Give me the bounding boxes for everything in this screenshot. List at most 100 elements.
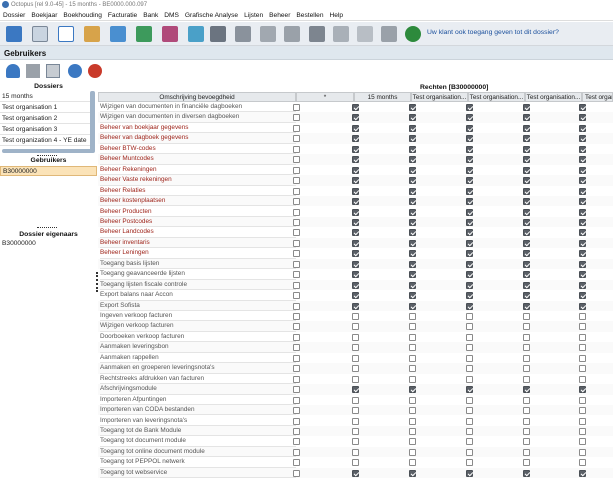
permission-checkbox[interactable] (466, 198, 473, 206)
permission-checkbox[interactable] (466, 135, 473, 143)
permission-checkbox[interactable] (466, 114, 473, 122)
column-header[interactable]: * (296, 92, 354, 102)
column-header[interactable]: Test organisation... (468, 92, 525, 102)
permission-checkbox[interactable] (409, 386, 416, 394)
permission-checkbox[interactable] (352, 417, 359, 425)
permission-checkbox[interactable] (523, 375, 530, 383)
permission-checkbox[interactable] (352, 459, 359, 467)
permission-checkbox[interactable] (293, 239, 300, 247)
permission-checkbox[interactable] (293, 250, 300, 258)
column-header[interactable]: Test organization... (582, 92, 613, 102)
dossier-item[interactable]: Test organisation 2 (0, 113, 95, 124)
selected-user[interactable]: B30000000 (0, 166, 97, 176)
permission-checkbox[interactable] (523, 438, 530, 446)
permission-checkbox[interactable] (352, 271, 359, 279)
permission-checkbox[interactable] (579, 448, 586, 456)
dossier-tool-icon[interactable] (6, 26, 22, 42)
permission-checkbox[interactable] (352, 156, 359, 164)
permission-checkbox[interactable] (579, 260, 586, 268)
menu-dms[interactable]: DMS (161, 10, 182, 21)
menu-boekjaar[interactable]: Boekjaar (28, 10, 60, 21)
permission-checkbox[interactable] (352, 365, 359, 373)
permission-checkbox[interactable] (523, 145, 530, 153)
permission-checkbox[interactable] (352, 313, 359, 320)
permission-checkbox[interactable] (523, 469, 530, 477)
permission-checkbox[interactable] (466, 208, 473, 216)
permission-checkbox[interactable] (523, 302, 530, 310)
permission-checkbox[interactable] (523, 313, 530, 320)
permission-checkbox[interactable] (466, 407, 473, 415)
permission-checkbox[interactable] (579, 386, 586, 394)
permission-checkbox[interactable] (579, 156, 586, 164)
permission-checkbox[interactable] (579, 396, 586, 404)
permission-checkbox[interactable] (523, 448, 530, 456)
copy-tool-icon[interactable] (235, 26, 251, 42)
permission-checkbox[interactable] (409, 407, 416, 415)
permission-checkbox[interactable] (523, 459, 530, 467)
permission-checkbox[interactable] (409, 281, 416, 289)
menu-grafische-analyse[interactable]: Grafische Analyse (182, 10, 241, 21)
permission-checkbox[interactable] (523, 354, 530, 362)
dossier-item[interactable]: Test organization 4 - YE date (0, 135, 95, 146)
permission-checkbox[interactable] (409, 156, 416, 164)
dossier-item[interactable]: 15 months (0, 91, 95, 102)
permission-checkbox[interactable] (466, 177, 473, 185)
permission-checkbox[interactable] (352, 166, 359, 174)
permission-checkbox[interactable] (352, 187, 359, 195)
permission-checkbox[interactable] (352, 292, 359, 300)
permission-checkbox[interactable] (293, 427, 300, 435)
permission-checkbox[interactable] (352, 250, 359, 258)
permission-checkbox[interactable] (293, 156, 300, 164)
permission-checkbox[interactable] (523, 271, 530, 279)
permission-checkbox[interactable] (579, 427, 586, 435)
permission-checkbox[interactable] (352, 407, 359, 415)
print-tool-icon[interactable] (210, 26, 226, 42)
permission-checkbox[interactable] (466, 448, 473, 456)
permission-checkbox[interactable] (293, 469, 300, 477)
permission-checkbox[interactable] (579, 114, 586, 122)
permission-checkbox[interactable] (352, 354, 359, 362)
menu-bestellen[interactable]: Bestellen (293, 10, 326, 21)
column-header[interactable]: Test organisation... (525, 92, 582, 102)
menu-beheer[interactable]: Beheer (266, 10, 293, 21)
permission-checkbox[interactable] (409, 166, 416, 174)
permission-checkbox[interactable] (409, 104, 416, 111)
permission-checkbox[interactable] (579, 333, 586, 341)
permission-checkbox[interactable] (293, 229, 300, 237)
permission-checkbox[interactable] (352, 239, 359, 247)
open-icon[interactable] (46, 64, 60, 78)
permission-checkbox[interactable] (466, 239, 473, 247)
permission-checkbox[interactable] (293, 198, 300, 206)
permission-checkbox[interactable] (579, 166, 586, 174)
permission-checkbox[interactable] (579, 438, 586, 446)
permission-checkbox[interactable] (409, 198, 416, 206)
permission-checkbox[interactable] (293, 323, 300, 331)
permission-checkbox[interactable] (352, 438, 359, 446)
permission-checkbox[interactable] (466, 145, 473, 153)
permission-checkbox[interactable] (409, 302, 416, 310)
permission-checkbox[interactable] (466, 166, 473, 174)
permission-checkbox[interactable] (466, 218, 473, 226)
permission-checkbox[interactable] (409, 438, 416, 446)
permission-checkbox[interactable] (293, 166, 300, 174)
permission-checkbox[interactable] (523, 114, 530, 122)
permission-checkbox[interactable] (523, 135, 530, 143)
permission-checkbox[interactable] (352, 124, 359, 132)
permission-checkbox[interactable] (293, 313, 300, 320)
permission-checkbox[interactable] (409, 187, 416, 195)
permission-checkbox[interactable] (466, 323, 473, 331)
permission-checkbox[interactable] (352, 104, 359, 111)
permission-checkbox[interactable] (409, 239, 416, 247)
export-tool-icon[interactable] (309, 26, 325, 42)
permission-checkbox[interactable] (409, 323, 416, 331)
permission-checkbox[interactable] (466, 229, 473, 237)
permission-checkbox[interactable] (293, 333, 300, 341)
permission-checkbox[interactable] (523, 208, 530, 216)
permission-checkbox[interactable] (409, 135, 416, 143)
menu-dossier[interactable]: Dossier (0, 10, 28, 21)
column-header[interactable]: Test organisation... (411, 92, 468, 102)
permission-checkbox[interactable] (579, 104, 586, 111)
permission-checkbox[interactable] (579, 292, 586, 300)
permission-checkbox[interactable] (466, 292, 473, 300)
permission-checkbox[interactable] (579, 135, 586, 143)
